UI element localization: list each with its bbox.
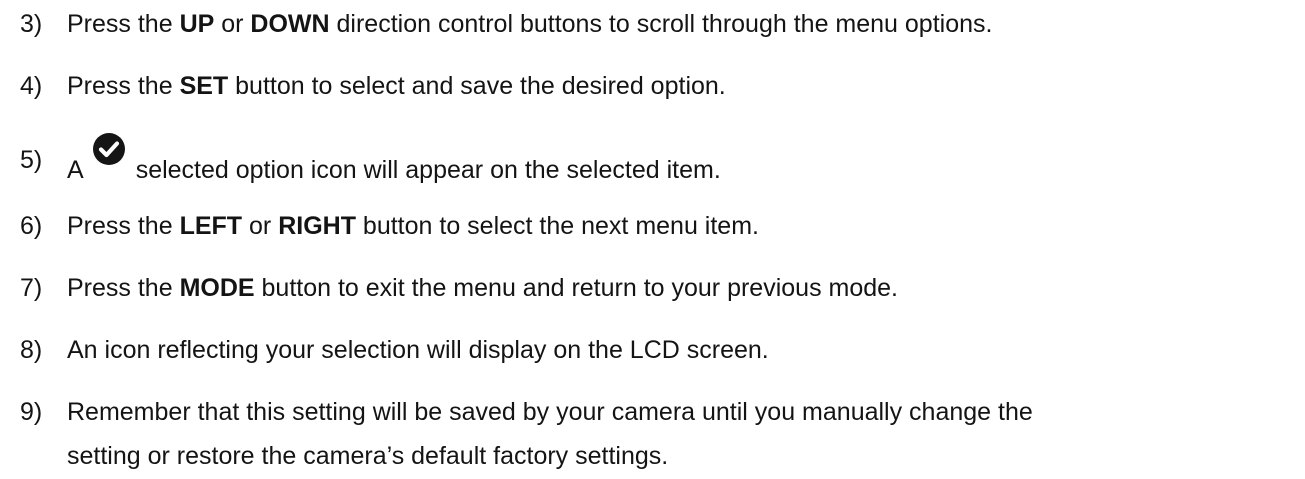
step-number: 8) bbox=[20, 336, 43, 364]
text-segment: Press the bbox=[67, 212, 180, 240]
step-text: Press the MODE button to exit the menu a… bbox=[67, 274, 898, 302]
button-name-down: DOWN bbox=[250, 10, 330, 38]
button-name-right: RIGHT bbox=[278, 212, 356, 240]
step-text: Aselected option icon will appear on the… bbox=[67, 133, 721, 184]
step-number: 6) bbox=[20, 212, 43, 240]
step-number: 7) bbox=[20, 274, 43, 302]
text-segment: button to select the next menu item. bbox=[355, 212, 759, 240]
step-number: 9) bbox=[20, 398, 43, 426]
step-number: 3) bbox=[20, 10, 43, 38]
text-segment: button to exit the menu and return to yo… bbox=[254, 274, 899, 302]
button-name-up: UP bbox=[179, 10, 215, 38]
text-segment: Press the bbox=[67, 10, 180, 38]
text-segment: direction control buttons to scroll thro… bbox=[329, 10, 993, 38]
text-segment: or bbox=[214, 10, 251, 38]
button-name-left: LEFT bbox=[179, 212, 243, 240]
step-text: Press the SET button to select and save … bbox=[67, 72, 726, 100]
text-segment: Press the bbox=[67, 72, 180, 100]
step-text: An icon reflecting your selection will d… bbox=[67, 336, 769, 364]
step-number: 5) bbox=[20, 146, 43, 174]
instruction-list: 3) Press the UP or DOWN direction contro… bbox=[0, 0, 1305, 479]
button-name-mode: MODE bbox=[179, 274, 255, 302]
text-segment: button to select and save the desired op… bbox=[228, 72, 726, 100]
step-text-continuation: setting or restore the camera’s default … bbox=[67, 442, 669, 470]
text-segment: or bbox=[242, 212, 279, 240]
check-circle-icon bbox=[92, 132, 126, 166]
step-text: Press the UP or DOWN direction control b… bbox=[67, 10, 992, 38]
text-segment: A bbox=[67, 156, 84, 184]
text-segment: Press the bbox=[67, 274, 180, 302]
step-number: 4) bbox=[20, 72, 43, 100]
step-text: Press the LEFT or RIGHT button to select… bbox=[67, 212, 759, 240]
step-text: Remember that this setting will be saved… bbox=[67, 398, 1033, 426]
text-segment: selected option icon will appear on the … bbox=[135, 156, 721, 184]
button-name-set: SET bbox=[179, 72, 229, 100]
